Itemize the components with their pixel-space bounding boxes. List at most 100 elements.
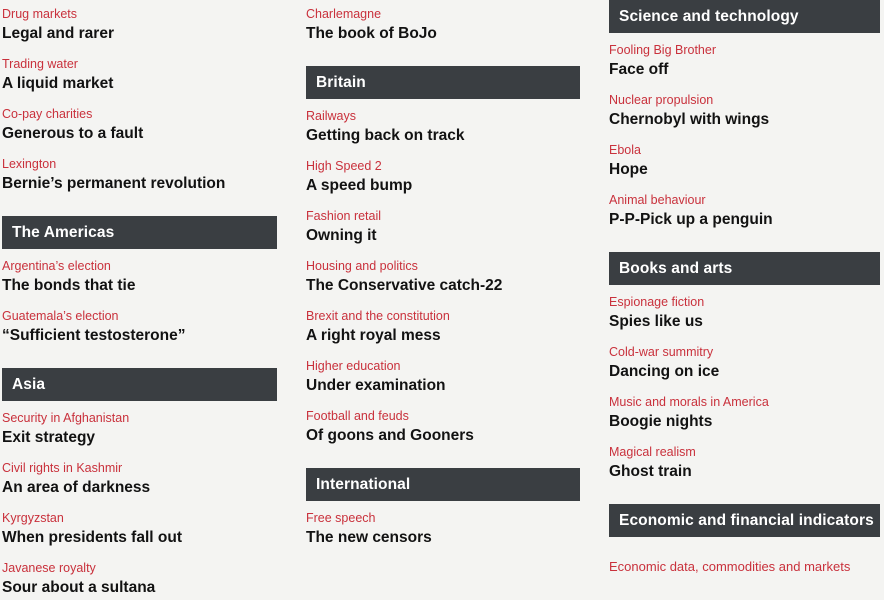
article-headline: Exit strategy [2,429,96,446]
article-entry[interactable]: Fashion retail Owning it [306,208,577,246]
article-entry[interactable]: Co-pay charities Generous to a fault [2,106,277,144]
article-kicker: Animal behaviour [609,193,706,207]
article-kicker: Football and feuds [306,409,409,423]
article-list: Espionage fiction Spies like us Cold-war s… [609,285,878,482]
column-3: Science and technology Fooling Big Brothe… [602,0,884,600]
section-header-the-americas[interactable]: The Americas [2,216,277,249]
article-entry[interactable]: Cold-war summitry Dancing on ice [609,344,878,382]
article-headline: When presidents fall out [2,529,182,546]
lead-article-block: Charlemagne The book of BoJo [306,0,577,44]
article-kicker: Music and morals in America [609,395,769,409]
article-headline: Getting back on track [306,127,465,144]
article-headline: The new censors [306,529,432,546]
article-entry[interactable]: Animal behaviour P-P-Pick up a penguin [609,192,878,230]
article-headline: Dancing on ice [609,363,720,380]
article-entry[interactable]: Drug markets Legal and rarer [2,6,277,44]
article-headline: Generous to a fault [2,125,144,142]
article-kicker: Brexit and the constitution [306,309,450,323]
article-headline: P-P-Pick up a penguin [609,211,773,228]
article-headline: The bonds that tie [2,277,136,294]
article-headline: A right royal mess [306,327,441,344]
article-headline: Of goons and Gooners [306,427,474,444]
article-entry[interactable]: Fooling Big Brother Face off [609,42,878,80]
article-headline: An area of darkness [2,479,151,496]
article-kicker: Higher education [306,359,401,373]
article-kicker: High Speed 2 [306,159,382,173]
section-economic-and-financial-indicators: Economic and financial indicators Economi… [609,504,880,576]
article-headline: Chernobyl with wings [609,111,770,128]
article-list: Security in Afghanistan Exit strategy Civi… [2,401,277,598]
column-1: Drug markets Legal and rarer Trading water… [0,0,302,600]
section-science-and-technology: Science and technology Fooling Big Brothe… [609,0,880,230]
article-list: Economic data, commodities and markets [609,537,878,576]
article-kicker: Espionage fiction [609,295,705,309]
section-header-asia[interactable]: Asia [2,368,277,401]
article-kicker: Railways [306,109,357,123]
article-entry[interactable]: Housing and politics The Conservative cat… [306,258,577,296]
lead-article-block: Drug markets Legal and rarer Trading water… [2,0,277,194]
article-kicker: Cold-war summitry [609,345,714,359]
article-headline: A liquid market [2,75,114,92]
article-kicker: Lexington [2,157,57,171]
article-kicker: Nuclear propulsion [609,93,714,107]
article-entry[interactable]: Charlemagne The book of BoJo [306,6,577,44]
article-kicker: Drug markets [2,7,78,21]
article-entry[interactable]: Trading water A liquid market [2,56,277,94]
article-kicker: Guatemala’s election [2,309,119,323]
article-headline: Boogie nights [609,413,713,430]
article-headline: Legal and rarer [2,25,114,42]
article-kicker: Trading water [2,57,78,71]
article-entry[interactable]: Argentina’s election The bonds that tie [2,258,277,296]
article-list: Argentina’s election The bonds that tie Gu… [2,249,277,346]
article-entry[interactable]: Kyrgyzstan When presidents fall out [2,510,277,548]
article-kicker: Co-pay charities [2,107,93,121]
article-headline: Spies like us [609,313,703,330]
article-list: Fooling Big Brother Face off Nuclear propu… [609,33,878,230]
article-kicker: Ebola [609,143,641,157]
article-entry[interactable]: Guatemala’s election “Sufficient testoste… [2,308,277,346]
article-entry[interactable]: Higher education Under examination [306,358,577,396]
article-entry[interactable]: Javanese royalty Sour about a sultana [2,560,277,598]
article-kicker: Magical realism [609,445,696,459]
article-headline: Ghost train [609,463,692,480]
article-entry[interactable]: Brexit and the constitution A right royal… [306,308,577,346]
article-list: Free speech The new censors [306,501,577,548]
section-britain: Britain Railways Getting back on track High… [306,66,580,446]
article-kicker: Charlemagne [306,7,382,21]
article-headline: Sour about a sultana [2,579,156,596]
indicator-line[interactable]: Economic data, commodities and markets [609,546,878,576]
article-list: Railways Getting back on track High Speed … [306,99,577,446]
section-header-economic-and-financial-indicators[interactable]: Economic and financial indicators [609,504,880,537]
article-entry[interactable]: Nuclear propulsion Chernobyl with wings [609,92,878,130]
article-entry[interactable]: Music and morals in America Boogie nights [609,394,878,432]
article-entry[interactable]: Railways Getting back on track [306,108,577,146]
article-entry[interactable]: Ebola Hope [609,142,878,180]
article-kicker: Security in Afghanistan [2,411,130,425]
article-entry[interactable]: High Speed 2 A speed bump [306,158,577,196]
article-entry[interactable]: Lexington Bernie’s permanent revolution [2,156,277,194]
article-headline: The book of BoJo [306,25,437,42]
article-headline: “Sufficient testosterone” [2,327,186,344]
article-entry[interactable]: Security in Afghanistan Exit strategy [2,410,277,448]
article-entry[interactable]: Football and feuds Of goons and Gooners [306,408,577,446]
article-entry[interactable]: Free speech The new censors [306,510,577,548]
article-headline: Owning it [306,227,377,244]
section-header-books-and-arts[interactable]: Books and arts [609,252,880,285]
section-books-and-arts: Books and arts Espionage fiction Spies lik… [609,252,880,482]
section-header-science-and-technology[interactable]: Science and technology [609,0,880,33]
section-header-britain[interactable]: Britain [306,66,580,99]
article-headline: Face off [609,61,669,78]
article-entry[interactable]: Civil rights in Kashmir An area of darkne… [2,460,277,498]
article-kicker: Fooling Big Brother [609,43,717,57]
article-headline: The Conservative catch-22 [306,277,503,294]
article-entry[interactable]: Espionage fiction Spies like us [609,294,878,332]
article-kicker: Javanese royalty [2,561,96,575]
contents-page: Drug markets Legal and rarer Trading water… [0,0,884,600]
article-headline: Under examination [306,377,446,394]
article-kicker: Housing and politics [306,259,418,273]
section-header-international[interactable]: International [306,468,580,501]
article-kicker: Civil rights in Kashmir [2,461,123,475]
article-headline: Hope [609,161,648,178]
article-kicker: Fashion retail [306,209,382,223]
article-entry[interactable]: Magical realism Ghost train [609,444,878,482]
